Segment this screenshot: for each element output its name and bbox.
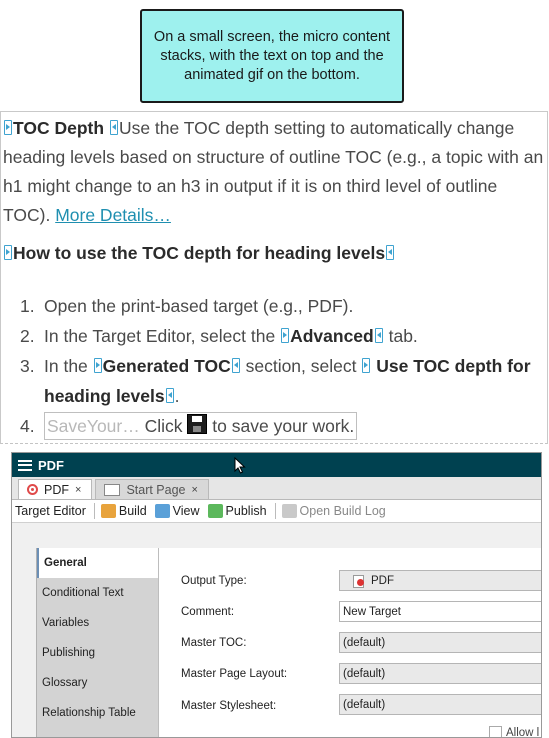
target-icon	[27, 484, 38, 495]
checkbox-icon[interactable]	[489, 726, 502, 737]
tab-bar: PDF × Start Page ×	[12, 477, 541, 500]
allow-checkbox[interactable]: Allow l	[489, 726, 540, 738]
step-text: to save your work.	[212, 416, 355, 436]
build-label: Build	[118, 504, 147, 518]
list-item: 2. In the Target Editor, select the Adva…	[0, 321, 545, 351]
tab-label: PDF	[44, 482, 69, 497]
master-page-layout-value: (default)	[343, 667, 386, 680]
sidebar-item-relationship-table[interactable]: Relationship Table	[37, 698, 159, 728]
build-icon	[100, 504, 116, 518]
close-icon[interactable]: ×	[75, 484, 81, 496]
master-toc-label: Master TOC:	[181, 637, 247, 649]
snippet-block[interactable]: SaveYour… Click to save your work.	[44, 412, 358, 440]
comment-label: Comment:	[181, 606, 235, 618]
output-type-value: PDF	[371, 574, 394, 587]
step-text: section, select	[245, 356, 357, 376]
save-disk-icon	[187, 414, 208, 434]
output-type-select[interactable]: PDF	[339, 570, 541, 591]
sidebar-item-glossary[interactable]: Glossary	[37, 668, 159, 698]
sidebar-item-variables[interactable]: Variables	[37, 608, 159, 638]
view-label: View	[172, 504, 200, 518]
open-build-log-label: Open Build Log	[299, 504, 386, 518]
step-text: Open the print-based target (e.g., PDF).	[44, 296, 354, 316]
toolbar-divider	[274, 503, 276, 519]
step-text: tab.	[388, 326, 418, 346]
build-button[interactable]: Build	[100, 504, 147, 518]
section-heading-text: How to use the TOC depth for heading lev…	[13, 243, 386, 263]
step-bold: Advanced	[290, 326, 374, 346]
section-heading: How to use the TOC depth for heading lev…	[3, 243, 395, 264]
sidebar-item-general[interactable]: General	[37, 548, 160, 578]
publish-label: Publish	[225, 504, 267, 518]
step-number: 3.	[20, 356, 35, 376]
steps-list: 1. Open the print-based target (e.g., PD…	[0, 291, 545, 441]
tag-close-icon	[374, 328, 383, 343]
toolbar-divider	[93, 503, 95, 519]
master-page-layout-select[interactable]: (default)	[339, 663, 541, 684]
step-text: In the Target Editor, select the	[44, 326, 276, 346]
intro-term: TOC Depth	[13, 118, 105, 138]
hamburger-menu-icon[interactable]	[18, 459, 32, 471]
view-icon	[154, 504, 170, 518]
view-button[interactable]: View	[154, 504, 200, 518]
step-text: In the	[44, 356, 88, 376]
master-stylesheet-label: Master Stylesheet:	[181, 700, 277, 712]
tab-start-page[interactable]: Start Page ×	[95, 479, 209, 499]
callout-box: On a small screen, the micro content sta…	[140, 9, 404, 103]
tag-close-icon	[231, 358, 240, 373]
editor-body: General Conditional Text Variables Publi…	[12, 523, 541, 738]
editor-toolbar: Target Editor Build View Publish Open Bu…	[12, 500, 541, 523]
tag-close-icon	[386, 245, 395, 260]
tab-label: Start Page	[126, 482, 186, 497]
comment-field[interactable]: New Target	[339, 601, 541, 622]
snippet-label: SaveYour…	[47, 416, 140, 436]
close-icon[interactable]: ×	[192, 484, 198, 496]
allow-label: Allow l	[506, 726, 540, 738]
step-number: 1.	[20, 296, 35, 316]
tag-open-icon	[4, 245, 12, 260]
master-stylesheet-select[interactable]: (default)	[339, 694, 541, 715]
tag-close-icon	[109, 120, 118, 135]
tab-pdf[interactable]: PDF ×	[18, 479, 93, 499]
master-toc-value: (default)	[343, 636, 386, 649]
step-number: 4.	[20, 416, 35, 436]
more-details-link[interactable]: More Details…	[55, 205, 171, 225]
publish-icon	[207, 504, 223, 518]
publish-button[interactable]: Publish	[207, 504, 267, 518]
app-screenshot: PDF PDF × Start Page × Target Editor Bui…	[11, 452, 542, 738]
list-item: 4. SaveYour… Click to save your work.	[0, 411, 545, 441]
tag-open-icon	[93, 358, 102, 373]
sidebar-item-publishing[interactable]: Publishing	[37, 638, 159, 668]
output-type-label: Output Type:	[181, 575, 247, 587]
master-toc-select[interactable]: (default)	[339, 632, 541, 653]
step-bold: Generated TOC	[102, 356, 231, 376]
settings-sidebar: General Conditional Text Variables Publi…	[36, 548, 160, 737]
callout-text: On a small screen, the micro content sta…	[153, 28, 391, 83]
intro-paragraph: TOC Depth Use the TOC depth setting to a…	[3, 114, 548, 230]
target-editor-label: Target Editor	[15, 504, 86, 518]
sidebar-item-conditional-text[interactable]: Conditional Text	[37, 578, 159, 608]
app-titlebar: PDF	[12, 453, 541, 477]
step-text: Click	[144, 416, 183, 436]
master-page-layout-label: Master Page Layout:	[181, 668, 288, 680]
mouse-cursor-icon	[234, 457, 246, 474]
tag-open-icon	[4, 120, 12, 135]
tag-open-icon	[362, 358, 371, 373]
step-number: 2.	[20, 326, 35, 346]
open-build-log-button[interactable]: Open Build Log	[281, 504, 386, 518]
master-stylesheet-value: (default)	[343, 698, 386, 711]
tag-open-icon	[281, 328, 290, 343]
list-item: 1. Open the print-based target (e.g., PD…	[0, 291, 545, 321]
comment-value: New Target	[343, 605, 401, 618]
tag-close-icon	[165, 388, 174, 403]
app-title: PDF	[38, 457, 64, 473]
general-settings-panel: Output Type: PDF Comment: New Target Mas…	[158, 548, 541, 738]
log-icon	[281, 504, 297, 518]
step-text: .	[174, 386, 180, 406]
list-item: 3. In the Generated TOC section, select …	[0, 351, 545, 411]
page-icon	[104, 483, 121, 496]
pdf-icon	[353, 574, 365, 588]
